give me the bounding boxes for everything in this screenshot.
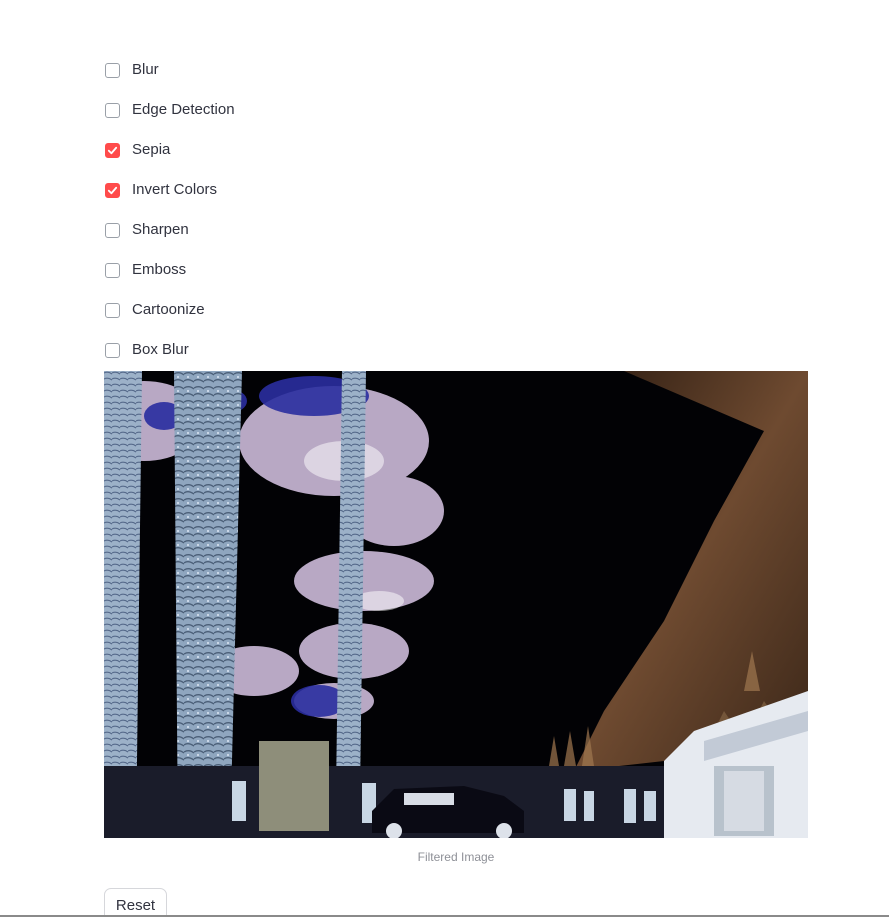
filter-label: Box Blur: [132, 341, 189, 358]
filter-checkbox-box-blur[interactable]: Box Blur: [105, 330, 505, 370]
filter-checkbox-edge-detection[interactable]: Edge Detection: [105, 90, 505, 130]
page: Blur Edge Detection Sepia Invert Colors …: [0, 0, 889, 917]
checkbox-box[interactable]: [105, 262, 120, 278]
filter-checkbox-sepia[interactable]: Sepia: [105, 130, 505, 170]
filter-checkbox-invert-colors[interactable]: Invert Colors: [105, 170, 505, 210]
checkbox-box[interactable]: [105, 62, 120, 78]
filter-label: Edge Detection: [132, 101, 235, 118]
checkmark-icon: [107, 186, 118, 194]
checkbox-box[interactable]: [105, 302, 120, 318]
filter-label: Cartoonize: [132, 301, 205, 318]
image-caption: Filtered Image: [417, 850, 495, 864]
reset-button[interactable]: Reset: [104, 888, 167, 917]
checkbox-box[interactable]: [105, 342, 120, 358]
filter-checkbox-list: Blur Edge Detection Sepia Invert Colors …: [105, 50, 505, 370]
checkbox-box[interactable]: [105, 102, 120, 118]
filter-checkbox-blur[interactable]: Blur: [105, 50, 505, 90]
checkbox-box[interactable]: [105, 222, 120, 238]
filter-checkbox-cartoonize[interactable]: Cartoonize: [105, 290, 505, 330]
filter-label: Sepia: [132, 141, 171, 158]
filter-label: Emboss: [132, 261, 187, 278]
filter-label: Invert Colors: [132, 181, 218, 198]
checkbox-box[interactable]: [105, 142, 120, 158]
filter-checkbox-sharpen[interactable]: Sharpen: [105, 210, 505, 250]
filtered-image: [104, 371, 808, 838]
filter-label: Sharpen: [132, 221, 189, 238]
filter-checkbox-emboss[interactable]: Emboss: [105, 250, 505, 290]
filter-label: Blur: [132, 61, 159, 78]
checkmark-icon: [107, 146, 118, 154]
checkbox-box[interactable]: [105, 182, 120, 198]
